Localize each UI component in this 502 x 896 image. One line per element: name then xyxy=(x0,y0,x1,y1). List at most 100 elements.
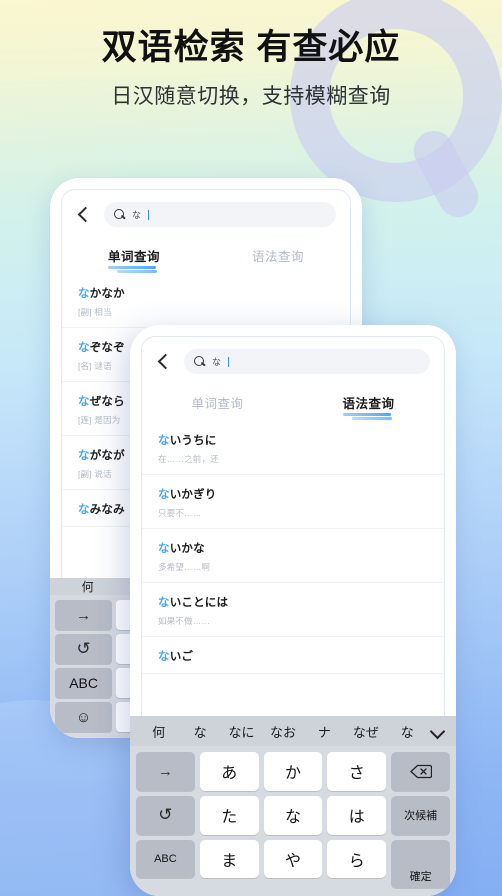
pos-tag: [名] xyxy=(78,361,92,371)
result-term: ないことには xyxy=(158,594,428,610)
tab-label: 单词查询 xyxy=(107,250,160,264)
key-abc[interactable]: ABC xyxy=(136,839,195,879)
result-term: ないうちに xyxy=(158,432,428,448)
key-emoji[interactable]: ☺ xyxy=(55,702,113,732)
gloss-text: 说话 xyxy=(94,469,112,479)
key-a[interactable]: あ xyxy=(199,752,259,791)
suggestion-item[interactable]: な xyxy=(387,722,428,741)
keyboard-suggestions-front: 何 な なに なお ナ なぜ な xyxy=(130,716,456,746)
match-highlight: な xyxy=(158,435,170,447)
tab-underline xyxy=(342,413,395,420)
suggestion-item[interactable]: な xyxy=(179,722,220,741)
key-ha[interactable]: は xyxy=(327,795,387,835)
hero-title: 双语检索 有查必应 xyxy=(101,28,401,67)
match-highlight: な xyxy=(78,342,90,354)
text-caret xyxy=(228,356,230,367)
term-rest: いかぎり xyxy=(169,489,217,501)
key-sa[interactable]: さ xyxy=(327,752,387,791)
chevron-left-icon[interactable] xyxy=(154,352,174,372)
chevron-left-icon[interactable] xyxy=(74,205,94,225)
tabs-back: 单词查询 语法查询 xyxy=(62,235,350,274)
list-item[interactable]: ないご xyxy=(142,637,444,674)
backspace-icon xyxy=(409,764,432,779)
match-highlight: な xyxy=(78,288,90,300)
suggestion-item[interactable]: なぜ xyxy=(345,722,386,741)
match-highlight: な xyxy=(78,396,90,408)
suggestion-item[interactable]: 何 xyxy=(58,578,117,595)
suggestion-item[interactable]: なお xyxy=(262,722,303,741)
list-item[interactable]: ないかぎり 只要不…… xyxy=(142,475,444,529)
key-ka[interactable]: か xyxy=(263,752,323,791)
screen-front: な 单词查询 语法查询 ないうちに 在……之前，还 ないかぎり 只要不…… ない… xyxy=(130,325,456,896)
keyboard-front: 何 な なに なお ナ なぜ な → あ か さ ↺ た な は 次候補 ABC… xyxy=(130,716,456,896)
suggestion-item[interactable]: 何 xyxy=(138,722,179,741)
tab-word-lookup-front[interactable]: 单词查询 xyxy=(142,388,293,421)
term-rest: ぞなぞ xyxy=(89,342,125,354)
hero-subtitle: 日汉随意切换，支持模糊查询 xyxy=(111,85,391,109)
suggestion-item[interactable]: なに xyxy=(221,722,262,741)
key-confirm[interactable]: 確定 xyxy=(391,839,450,888)
result-term: ないかな xyxy=(158,540,428,556)
key-na[interactable]: な xyxy=(263,795,323,835)
pos-tag: [连] xyxy=(78,415,92,425)
tab-grammar-lookup-front[interactable]: 语法查询 xyxy=(293,388,444,421)
text-caret xyxy=(148,209,150,220)
gloss-text: 相当 xyxy=(94,307,112,317)
term-rest: いかな xyxy=(169,543,205,555)
tab-grammar-lookup-back[interactable]: 语法查询 xyxy=(206,241,350,274)
key-next-candidate[interactable]: 次候補 xyxy=(391,795,450,835)
key-next-char[interactable]: → xyxy=(55,600,113,630)
list-item[interactable]: ないことには 如果不做…… xyxy=(142,583,444,637)
search-input-back[interactable]: な xyxy=(104,202,336,227)
result-subtitle: 只要不…… xyxy=(158,508,202,518)
tabs-front: 单词查询 语法查询 xyxy=(142,382,444,421)
phone-mockup-front: な 单词查询 语法查询 ないうちに 在……之前，还 ないかぎり 只要不…… ない… xyxy=(130,325,456,896)
result-subtitle: 在……之前，还 xyxy=(158,454,219,464)
key-undo[interactable]: ↺ xyxy=(55,634,113,664)
term-rest: みなみ xyxy=(89,504,125,516)
suggestion-item[interactable]: ナ xyxy=(304,722,345,741)
key-ya[interactable]: や xyxy=(263,839,323,879)
result-term: ないかぎり xyxy=(158,486,428,502)
chevron-down-icon[interactable] xyxy=(428,721,448,741)
hero-section: 双语检索 有查必应 日汉随意切换，支持模糊查询 xyxy=(0,28,502,110)
search-value-front: な xyxy=(212,357,222,367)
key-ma[interactable]: ま xyxy=(199,839,259,879)
gloss-text: 谜语 xyxy=(94,361,112,371)
key-ta[interactable]: た xyxy=(199,795,259,835)
term-rest: いことには xyxy=(169,597,229,609)
search-icon xyxy=(194,355,206,368)
key-undo[interactable]: ↺ xyxy=(136,795,195,835)
list-item[interactable]: ないうちに 在……之前，还 xyxy=(142,421,444,475)
list-item[interactable]: なかなか [副] 相当 xyxy=(62,274,350,328)
result-term: ないご xyxy=(158,648,428,664)
key-backspace[interactable] xyxy=(391,752,450,791)
result-term: なかなか xyxy=(78,285,334,301)
key-next-char[interactable]: → xyxy=(136,752,195,791)
tab-label: 语法查询 xyxy=(251,250,304,264)
term-rest: いうちに xyxy=(169,435,217,447)
match-highlight: な xyxy=(78,504,90,516)
list-item[interactable]: ないかな 多希望……啊 xyxy=(142,529,444,583)
term-rest: がなが xyxy=(89,450,125,462)
match-highlight: な xyxy=(158,651,170,663)
pos-tag: [副] xyxy=(78,469,92,479)
match-highlight: な xyxy=(78,450,90,462)
search-input-front[interactable]: な xyxy=(184,349,430,374)
term-rest: ぜなら xyxy=(89,396,125,408)
tab-label: 语法查询 xyxy=(342,397,395,411)
tab-label: 单词查询 xyxy=(191,397,244,411)
key-ra[interactable]: ら xyxy=(327,839,387,879)
term-rest: かなか xyxy=(89,288,125,300)
topbar-back: な xyxy=(62,190,350,235)
key-abc[interactable]: ABC xyxy=(55,668,113,698)
search-value-back: な xyxy=(132,210,142,220)
match-highlight: な xyxy=(158,543,170,555)
tab-word-lookup-back[interactable]: 单词查询 xyxy=(62,241,206,274)
term-rest: いご xyxy=(169,651,194,663)
match-highlight: な xyxy=(158,489,170,501)
result-subtitle: [副] 相当 xyxy=(78,306,334,318)
keyboard-grid-front: → あ か さ ↺ た な は 次候補 ABC ま や ら 確定 xyxy=(130,746,456,896)
topbar-front: な xyxy=(142,337,444,382)
tab-underline xyxy=(108,266,160,273)
